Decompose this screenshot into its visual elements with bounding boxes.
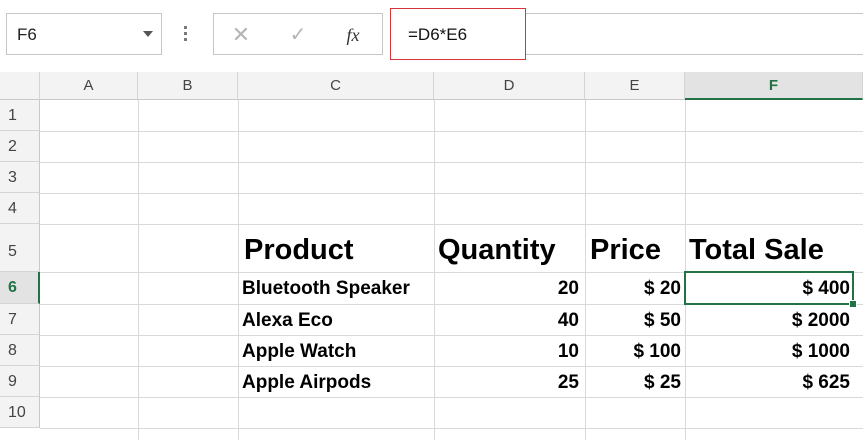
cell-quantity[interactable]: 40 — [436, 310, 579, 332]
select-all-corner[interactable] — [0, 72, 40, 100]
gridline — [40, 397, 863, 398]
name-box-value: F6 — [17, 25, 37, 44]
column-header-d[interactable]: D — [434, 72, 585, 100]
gridline — [40, 428, 863, 429]
check-icon[interactable]: ✓ — [281, 20, 315, 50]
cell-price[interactable]: $ 100 — [587, 341, 681, 363]
header-product[interactable]: Product — [244, 234, 354, 267]
gridline — [238, 100, 239, 440]
row-header-9[interactable]: 9 — [0, 366, 40, 397]
row-header-6[interactable]: 6 — [0, 272, 40, 304]
formula-buttons: ✕ ✓ fx — [213, 13, 383, 55]
fill-handle[interactable] — [849, 300, 857, 308]
column-header-f[interactable]: F — [685, 72, 863, 100]
gridline — [434, 100, 435, 440]
gridline — [40, 193, 863, 194]
gridline — [685, 100, 686, 440]
header-quantity[interactable]: Quantity — [438, 234, 556, 267]
row-header-7[interactable]: 7 — [0, 304, 40, 335]
column-header-e[interactable]: E — [585, 72, 685, 100]
active-cell-selection[interactable] — [684, 271, 854, 305]
cell-product[interactable]: Bluetooth Speaker — [242, 278, 410, 300]
cell-quantity[interactable]: 10 — [436, 341, 579, 363]
column-header-a[interactable]: A — [40, 72, 138, 100]
cell-total[interactable]: $ 2000 — [687, 310, 850, 332]
header-price[interactable]: Price — [590, 234, 661, 267]
gridline — [40, 162, 863, 163]
formula-input[interactable]: =D6*E6 — [390, 8, 526, 60]
gridline — [138, 100, 139, 440]
row-header-10[interactable]: 10 — [0, 397, 40, 428]
gridline — [40, 335, 863, 336]
cell-product[interactable]: Apple Watch — [242, 341, 356, 363]
gridline — [40, 224, 863, 225]
cell-product[interactable]: Alexa Eco — [242, 310, 333, 332]
insert-function-icon[interactable]: fx — [336, 20, 370, 50]
cell-price[interactable]: $ 50 — [587, 310, 681, 332]
row-header-8[interactable]: 8 — [0, 335, 40, 366]
cell-product[interactable]: Apple Airpods — [242, 372, 371, 394]
name-box[interactable]: F6 — [6, 13, 162, 55]
spreadsheet-grid: A B C D E F 1 2 3 4 5 6 7 8 9 10 Product… — [0, 72, 863, 448]
cell-price[interactable]: $ 20 — [587, 278, 681, 300]
column-header-b[interactable]: B — [138, 72, 238, 100]
drag-handle-icon[interactable] — [184, 26, 187, 44]
formula-input-extension[interactable] — [526, 13, 863, 55]
gridline — [40, 366, 863, 367]
header-total[interactable]: Total Sale — [689, 234, 824, 267]
row-header-2[interactable]: 2 — [0, 131, 40, 162]
cell-quantity[interactable]: 20 — [436, 278, 579, 300]
chevron-down-icon[interactable] — [143, 31, 153, 37]
cell-total[interactable]: $ 1000 — [687, 341, 850, 363]
row-header-1[interactable]: 1 — [0, 100, 40, 131]
column-header-c[interactable]: C — [238, 72, 434, 100]
gridline — [40, 131, 863, 132]
row-header-3[interactable]: 3 — [0, 162, 40, 193]
formula-text: =D6*E6 — [408, 25, 468, 44]
formula-bar: F6 ✕ ✓ fx =D6*E6 — [0, 0, 863, 72]
gridline — [585, 100, 586, 440]
row-header-5[interactable]: 5 — [0, 224, 40, 272]
cell-total[interactable]: $ 625 — [687, 372, 850, 394]
cell-quantity[interactable]: 25 — [436, 372, 579, 394]
cancel-icon[interactable]: ✕ — [224, 20, 258, 50]
cell-price[interactable]: $ 25 — [587, 372, 681, 394]
row-header-4[interactable]: 4 — [0, 193, 40, 224]
